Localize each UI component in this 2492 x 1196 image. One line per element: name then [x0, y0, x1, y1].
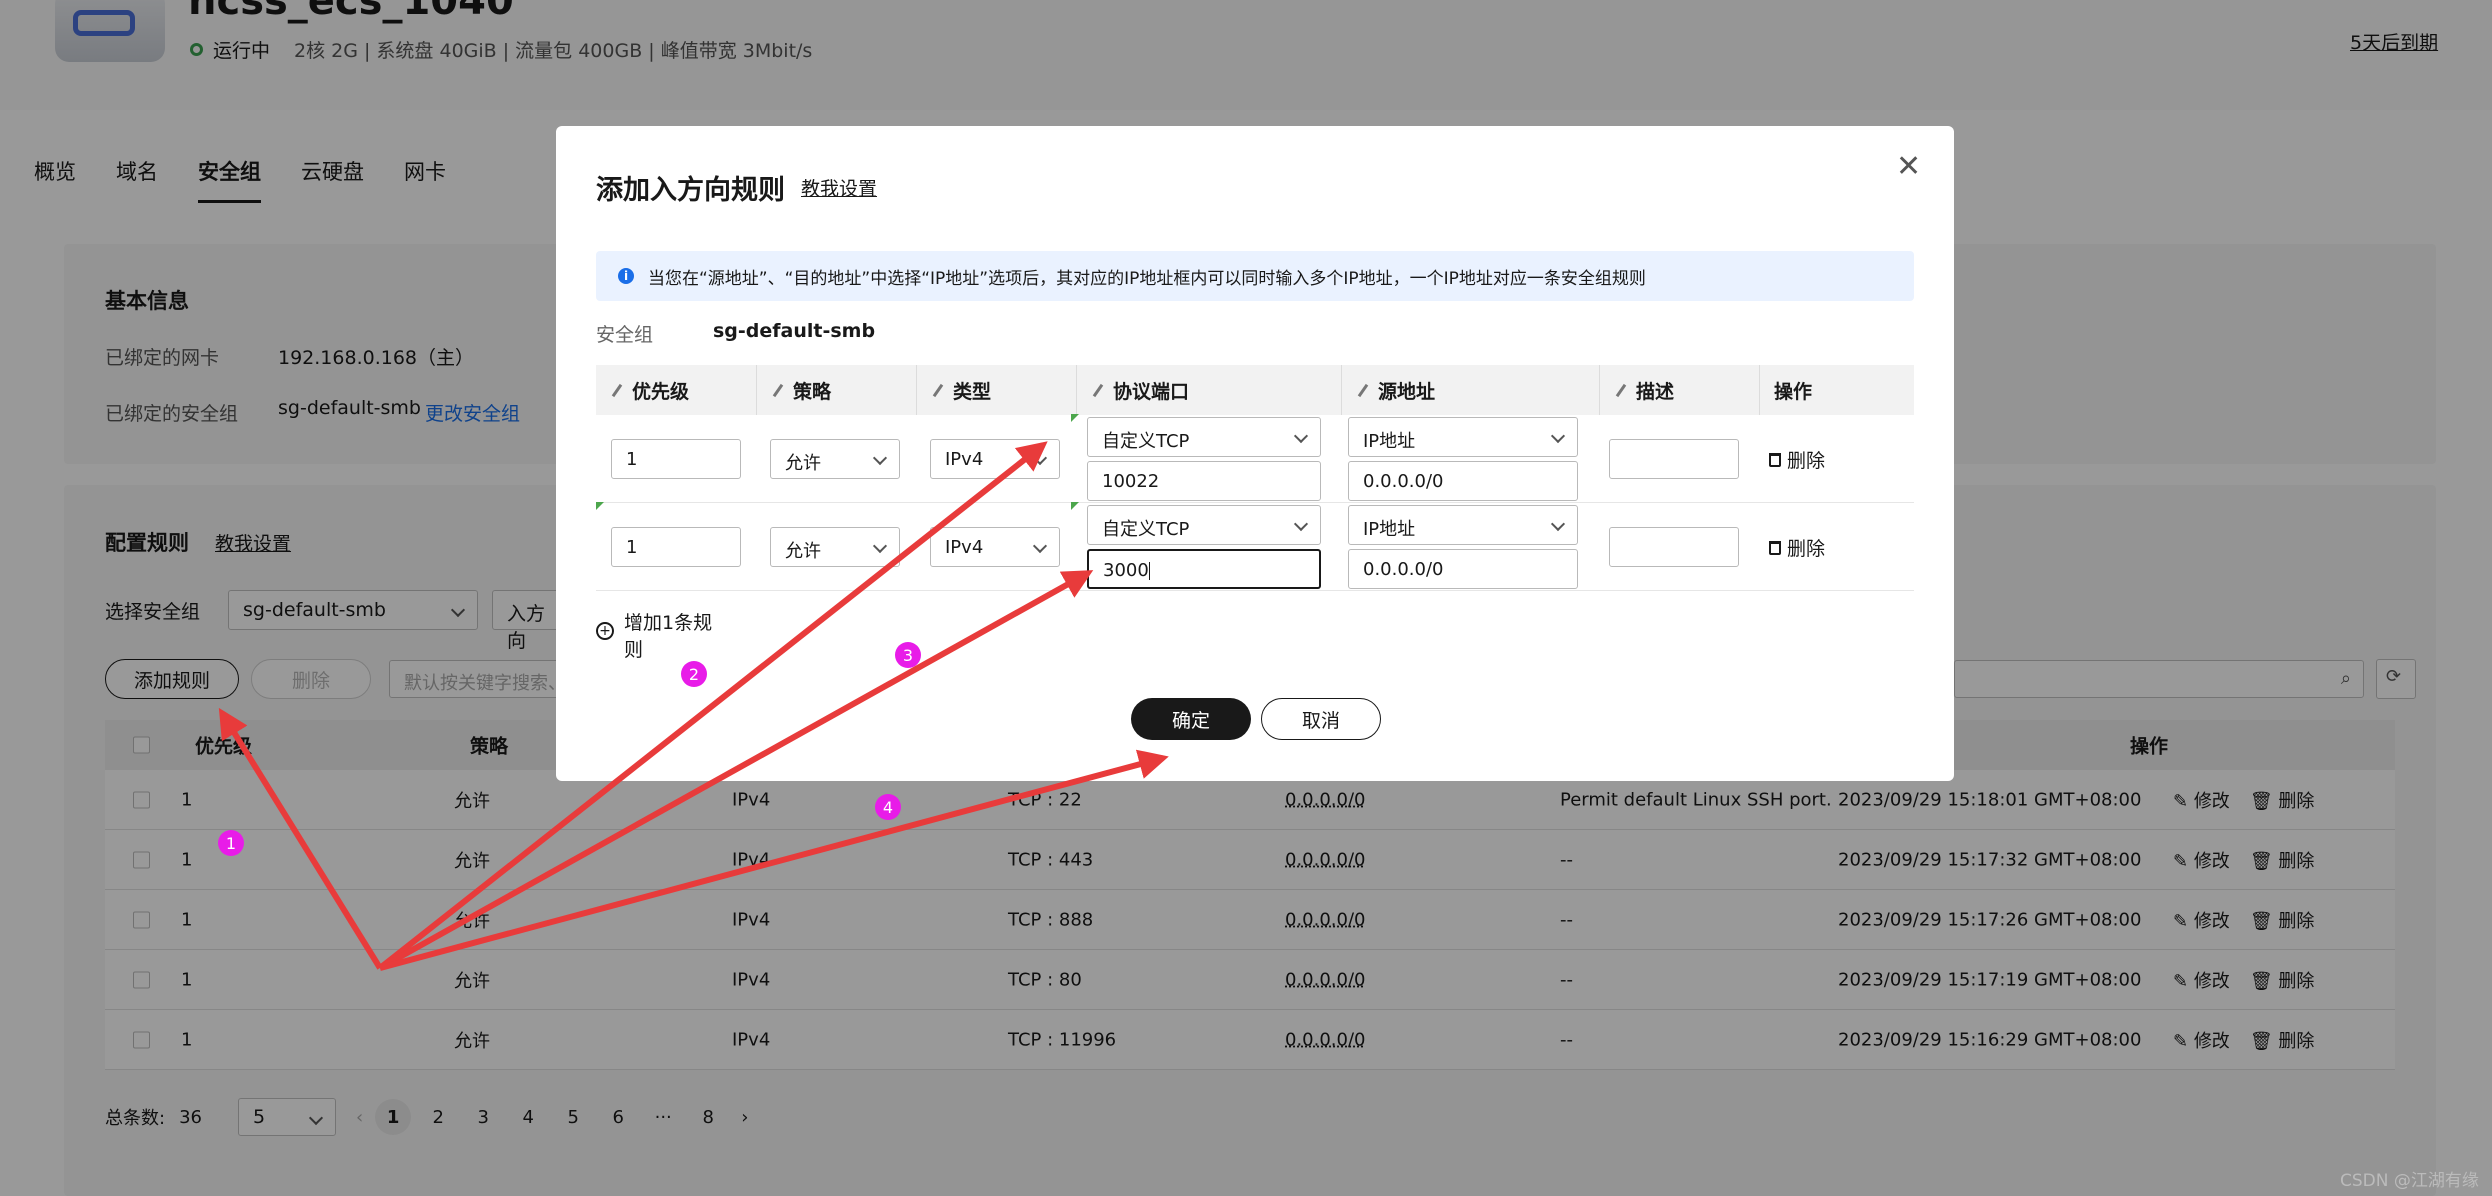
trash-icon: [1769, 452, 1781, 467]
desc-input[interactable]: [1609, 527, 1739, 567]
port-value: 3000: [1103, 560, 1149, 581]
th-source-label: 源地址: [1378, 380, 1436, 403]
th-desc: 描述: [1599, 365, 1759, 415]
info-text: 当您在“源地址”、“目的地址”中选择“IP地址”选项后，其对应的IP地址框内可以…: [648, 268, 1646, 289]
step-marker: 4: [875, 794, 901, 820]
cancel-button[interactable]: 取消: [1261, 698, 1381, 740]
close-icon[interactable]: ✕: [1896, 152, 1921, 182]
th-policy-label: 策略: [793, 380, 832, 403]
type-value: IPv4: [945, 537, 984, 558]
info-icon: i: [618, 268, 634, 284]
info-banner: i 当您在“源地址”、“目的地址”中选择“IP地址”选项后，其对应的IP地址框内…: [596, 251, 1914, 301]
confirm-button[interactable]: 确定: [1131, 698, 1251, 740]
dialog-rule-row: 1 允许 IPv4 自定义TCP 3000 IP地址 0.0.0.0/0 删除: [596, 502, 1914, 591]
chevron-down-icon: [1293, 428, 1309, 444]
dialog-help-link[interactable]: 教我设置: [801, 174, 877, 201]
modified-marker: [1071, 502, 1079, 510]
edit-icon: [1092, 383, 1104, 397]
dialog-table-header: 优先级 策略 类型 协议端口 源地址 描述 操作: [596, 365, 1914, 415]
add-one-rule-label: 增加1条规则: [624, 612, 713, 661]
watermark: CSDN @江湖有缘: [2340, 1171, 2479, 1191]
protocol-select[interactable]: 自定义TCP: [1087, 417, 1321, 457]
source-type-select[interactable]: IP地址: [1348, 505, 1578, 545]
protocol-value: 自定义TCP: [1102, 431, 1190, 452]
source-type-value: IP地址: [1363, 431, 1416, 452]
th-ops-label: 操作: [1774, 380, 1813, 403]
th-desc-label: 描述: [1636, 380, 1675, 403]
protocol-select[interactable]: 自定义TCP: [1087, 505, 1321, 545]
edit-icon: [1357, 383, 1369, 397]
edit-icon: [772, 383, 784, 397]
port-input[interactable]: 3000: [1087, 549, 1321, 589]
dialog-title: 添加入方向规则: [596, 175, 785, 206]
edit-icon: [932, 383, 944, 397]
chevron-down-icon: [1293, 516, 1309, 532]
delete-rule-button[interactable]: 删除: [1769, 446, 1825, 473]
edit-icon: [1615, 383, 1627, 397]
th-policy: 策略: [756, 365, 916, 415]
dialog-rule-row: 1 允许 IPv4 自定义TCP 10022 IP地址 0.0.0.0/0 删除: [596, 414, 1914, 503]
desc-input[interactable]: [1609, 439, 1739, 479]
th-priority-label: 优先级: [632, 380, 690, 403]
delete-rule-button[interactable]: 删除: [1769, 534, 1825, 561]
port-input[interactable]: 10022: [1087, 461, 1321, 501]
th-ops: 操作: [1759, 365, 1914, 415]
priority-input[interactable]: 1: [611, 527, 741, 567]
type-select[interactable]: IPv4: [930, 527, 1060, 567]
source-input[interactable]: 0.0.0.0/0: [1348, 461, 1578, 501]
text-cursor: [1148, 562, 1150, 580]
type-select[interactable]: IPv4: [930, 439, 1060, 479]
priority-input[interactable]: 1: [611, 439, 741, 479]
protocol-value: 自定义TCP: [1102, 519, 1190, 540]
add-inbound-rule-dialog: 添加入方向规则 教我设置 ✕ i 当您在“源地址”、“目的地址”中选择“IP地址…: [556, 126, 1954, 781]
chevron-down-icon: [1550, 428, 1566, 444]
chevron-down-icon: [872, 450, 888, 466]
delete-label: 删除: [1787, 538, 1826, 560]
policy-value: 允许: [785, 541, 821, 562]
delete-label: 删除: [1787, 450, 1826, 472]
step-marker: 3: [895, 642, 921, 668]
modified-marker: [596, 502, 604, 510]
step-marker: 2: [681, 661, 707, 687]
chevron-down-icon: [872, 538, 888, 554]
trash-icon: [1769, 540, 1781, 555]
th-port: 协议端口: [1076, 365, 1341, 415]
th-port-label: 协议端口: [1113, 380, 1190, 403]
step-marker: 1: [218, 830, 244, 856]
type-value: IPv4: [945, 449, 984, 470]
th-source: 源地址: [1341, 365, 1599, 415]
dialog-sg-label: 安全组: [596, 324, 654, 346]
policy-select[interactable]: 允许: [770, 439, 900, 479]
th-type: 类型: [916, 365, 1076, 415]
source-type-select[interactable]: IP地址: [1348, 417, 1578, 457]
dialog-sg-value: sg-default-smb: [713, 320, 876, 342]
chevron-down-icon: [1550, 516, 1566, 532]
chevron-down-icon: [1032, 450, 1048, 466]
th-priority: 优先级: [596, 365, 756, 415]
source-type-value: IP地址: [1363, 519, 1416, 540]
add-one-rule-button[interactable]: + 增加1条规则: [596, 610, 716, 664]
chevron-down-icon: [1032, 538, 1048, 554]
source-input[interactable]: 0.0.0.0/0: [1348, 549, 1578, 589]
plus-circle-icon: +: [596, 622, 614, 640]
th-type-label: 类型: [953, 380, 992, 403]
modified-marker: [1071, 414, 1079, 422]
policy-value: 允许: [785, 453, 821, 474]
edit-icon: [611, 383, 623, 397]
policy-select[interactable]: 允许: [770, 527, 900, 567]
